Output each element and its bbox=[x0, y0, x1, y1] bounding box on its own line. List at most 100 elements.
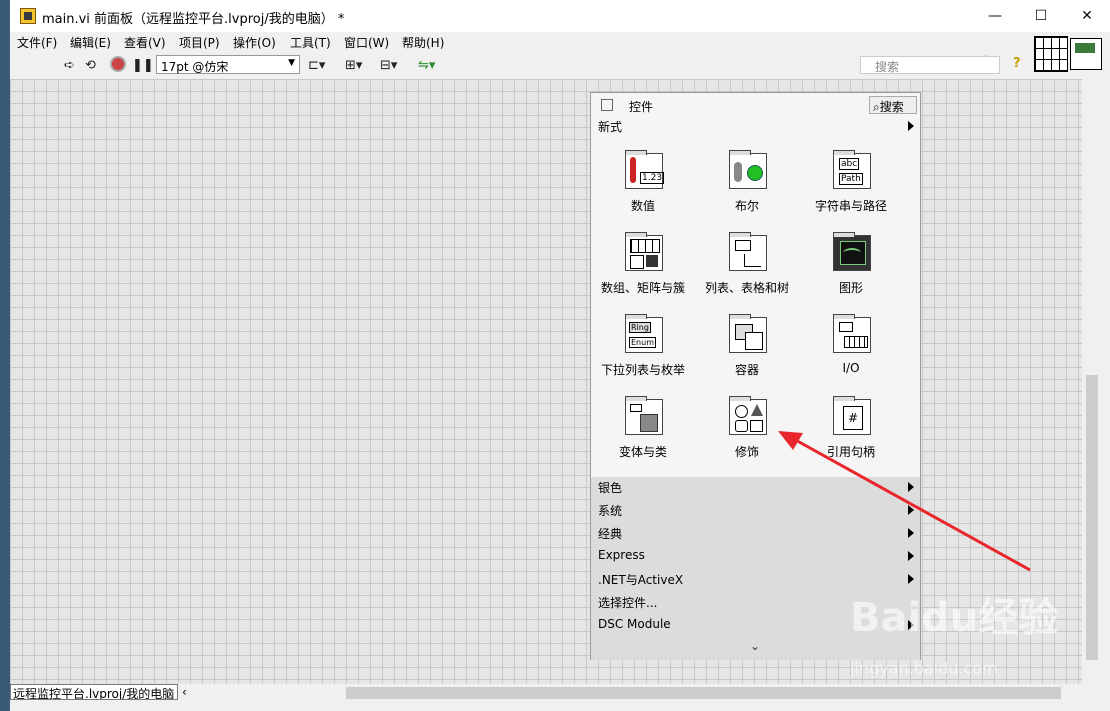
tile-label: 变体与类 bbox=[618, 445, 667, 459]
search-input[interactable]: 搜索 bbox=[860, 56, 1000, 74]
palette-tile-decorations[interactable]: 修饰 bbox=[695, 396, 799, 469]
tile-label: 修饰 bbox=[734, 445, 759, 459]
string-icon-text: abc bbox=[839, 158, 860, 170]
palette-category-silver[interactable]: 银色 bbox=[598, 479, 622, 496]
menu-help[interactable]: 帮助(H) bbox=[402, 34, 444, 51]
palette-header: 控件 ⌕搜索 bbox=[591, 93, 922, 117]
controls-palette: 控件 ⌕搜索 新式 1.23 数值 布尔 abc Path 字符串与路径 数组、… bbox=[590, 92, 921, 660]
menu-project[interactable]: 项目(P) bbox=[179, 34, 220, 51]
list-table-tree-icon bbox=[729, 232, 767, 271]
menu-view[interactable]: 查看(V) bbox=[124, 34, 166, 51]
tile-label: 数组、矩阵与簇 bbox=[600, 281, 685, 295]
palette-tile-array-matrix-cluster[interactable]: 数组、矩阵与簇 bbox=[591, 232, 695, 305]
labview-app-icon bbox=[20, 8, 36, 24]
ring-icon-text: Ring bbox=[629, 322, 651, 333]
palette-category-dotnet-activex[interactable]: .NET与ActiveX bbox=[598, 571, 683, 588]
vertical-scroll-thumb[interactable] bbox=[1086, 375, 1098, 660]
submenu-arrow-icon bbox=[908, 574, 914, 584]
expand-more-icon[interactable]: ⌄ bbox=[750, 639, 760, 653]
palette-search-label: 搜索 bbox=[879, 100, 904, 114]
project-path-label: 远程监控平台.lvproj/我的电脑 bbox=[10, 684, 178, 700]
submenu-arrow-icon bbox=[908, 482, 914, 492]
menu-bar: 文件(F) 编辑(E) 查看(V) 项目(P) 操作(O) 工具(T) 窗口(W… bbox=[10, 32, 1030, 52]
font-select[interactable]: 17pt @仿宋 ▼ bbox=[156, 55, 300, 74]
tile-label: 图形 bbox=[838, 281, 863, 295]
pause-icon[interactable]: ❚❚ bbox=[132, 58, 154, 73]
palette-tile-list-table-tree[interactable]: 列表、表格和树 bbox=[695, 232, 799, 305]
tile-label: 字符串与路径 bbox=[814, 199, 887, 213]
numeric-icon-text: 1.23 bbox=[640, 172, 665, 184]
submenu-arrow-icon bbox=[908, 121, 914, 131]
window-title: main.vi 前面板（远程监控平台.lvproj/我的电脑） * bbox=[42, 12, 345, 27]
distribute-objects-icon[interactable]: ⊞▾ bbox=[345, 58, 362, 73]
tile-label: I/O bbox=[842, 361, 860, 375]
chevron-down-icon: ▼ bbox=[288, 58, 295, 68]
palette-tile-containers[interactable]: 容器 bbox=[695, 314, 799, 387]
palette-tile-graph[interactable]: 图形 bbox=[799, 232, 903, 305]
submenu-arrow-icon bbox=[908, 551, 914, 561]
run-continuously-icon[interactable]: ⟲ bbox=[85, 58, 96, 73]
menu-tools[interactable]: 工具(T) bbox=[290, 34, 331, 51]
palette-tile-boolean[interactable]: 布尔 bbox=[695, 150, 799, 223]
palette-tile-io[interactable]: I/O bbox=[799, 314, 903, 387]
minimize-button[interactable]: — bbox=[972, 0, 1018, 32]
tile-label: 列表、表格和树 bbox=[704, 281, 789, 295]
container-icon bbox=[729, 314, 767, 353]
maximize-button[interactable]: ☐ bbox=[1018, 0, 1064, 32]
array-cluster-icon bbox=[625, 232, 663, 271]
reorder-icon[interactable]: ⇋▾ bbox=[418, 58, 435, 73]
string-path-icon: abc Path bbox=[833, 150, 871, 189]
context-help-icon[interactable]: ? bbox=[1013, 56, 1021, 71]
abort-execution-icon[interactable] bbox=[110, 56, 126, 72]
boolean-icon bbox=[729, 150, 767, 189]
menu-operate[interactable]: 操作(O) bbox=[233, 34, 276, 51]
palette-category-express[interactable]: Express bbox=[598, 548, 645, 562]
palette-category-classic[interactable]: 经典 bbox=[598, 525, 622, 542]
palette-title: 控件 bbox=[629, 100, 654, 114]
connector-pane-icon[interactable] bbox=[1034, 36, 1068, 72]
title-bar: main.vi 前面板（远程监控平台.lvproj/我的电脑） * — ☐ ✕ bbox=[10, 0, 1110, 32]
tile-label: 下拉列表与枚举 bbox=[600, 363, 685, 377]
tile-label: 容器 bbox=[734, 363, 759, 377]
menu-window[interactable]: 窗口(W) bbox=[344, 34, 389, 51]
baidu-jingyan-watermark: Baidu经验 jingyan.baidu.com bbox=[850, 585, 1058, 685]
palette-tile-variant-class[interactable]: 变体与类 bbox=[591, 396, 695, 469]
submenu-arrow-icon bbox=[908, 528, 914, 538]
palette-category-system[interactable]: 系统 bbox=[598, 502, 622, 519]
run-arrow-icon[interactable]: ➪ bbox=[64, 58, 75, 73]
palette-tile-refnum[interactable]: # 引用句柄 bbox=[799, 396, 903, 469]
refnum-icon: # bbox=[833, 396, 871, 435]
thumbtack-icon[interactable] bbox=[601, 99, 613, 111]
vi-icon-pane bbox=[1034, 36, 1108, 74]
horizontal-scroll-thumb[interactable] bbox=[346, 687, 1061, 699]
magnifier-icon: ⌕ bbox=[873, 100, 880, 114]
tile-label: 数值 bbox=[630, 199, 655, 213]
watermark-brand: Baidu经验 bbox=[850, 595, 1059, 641]
palette-search-button[interactable]: ⌕搜索 bbox=[869, 96, 917, 114]
align-objects-icon[interactable]: ⊏▾ bbox=[308, 58, 325, 73]
vi-icon[interactable] bbox=[1070, 38, 1102, 70]
font-select-value: 17pt @仿宋 bbox=[161, 60, 229, 74]
palette-select-control[interactable]: 选择控件... bbox=[598, 594, 657, 611]
close-button[interactable]: ✕ bbox=[1064, 0, 1110, 32]
refnum-icon-text: # bbox=[843, 406, 863, 430]
tile-label: 布尔 bbox=[734, 199, 759, 213]
palette-tile-string-path[interactable]: abc Path 字符串与路径 bbox=[799, 150, 903, 223]
resize-objects-icon[interactable]: ⊟▾ bbox=[380, 58, 397, 73]
decorations-icon bbox=[729, 396, 767, 435]
graph-icon bbox=[833, 232, 871, 271]
watermark-url: jingyan.baidu.com bbox=[850, 659, 998, 678]
io-icon bbox=[833, 314, 871, 353]
numeric-icon: 1.23 bbox=[625, 150, 665, 189]
menu-file[interactable]: 文件(F) bbox=[17, 34, 57, 51]
palette-category-dsc-module[interactable]: DSC Module bbox=[598, 617, 671, 631]
palette-category-modern[interactable]: 新式 bbox=[598, 118, 622, 135]
palette-tile-ring-enum[interactable]: Ring Enum 下拉列表与枚举 bbox=[591, 314, 695, 387]
ring-enum-icon: Ring Enum bbox=[625, 314, 663, 353]
submenu-arrow-icon bbox=[908, 505, 914, 515]
path-icon-text: Path bbox=[839, 173, 863, 185]
palette-tile-numeric[interactable]: 1.23 数值 bbox=[591, 150, 695, 223]
enum-icon-text: Enum bbox=[629, 337, 656, 348]
menu-edit[interactable]: 编辑(E) bbox=[70, 34, 111, 51]
scroll-left-icon[interactable]: ‹ bbox=[182, 685, 187, 699]
